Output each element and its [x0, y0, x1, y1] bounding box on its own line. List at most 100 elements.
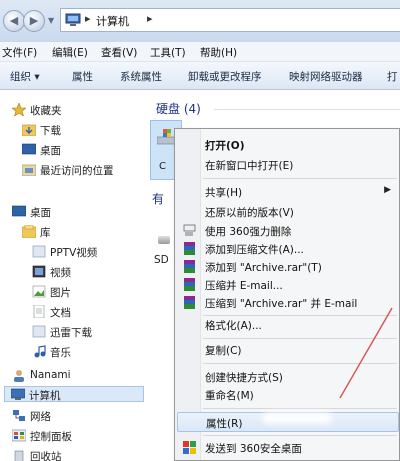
ctx-add-to-archive-rar[interactable]: 添加到 "Archive.rar"(T) [177, 257, 399, 277]
desktop-icon [22, 143, 36, 155]
ctx-separator [203, 178, 397, 179]
submenu-arrow-icon: ▶ [384, 185, 391, 195]
video-library-icon [32, 265, 46, 278]
recent-places-icon [22, 164, 36, 176]
music-library-icon [34, 345, 46, 358]
group-divider [214, 109, 400, 110]
recycle-bin-icon [14, 450, 24, 461]
ctx-properties-label: 属性(R) [206, 418, 243, 430]
nav-pptv-video-label: PPTV视频 [50, 247, 98, 259]
drive-c-label: C [159, 161, 166, 172]
ctx-open-label: 打开(O) [205, 140, 245, 152]
forward-arrow-icon: ▶ [29, 14, 39, 27]
ctx-rename[interactable]: 重命名(M) [177, 385, 399, 405]
menu-bar: 文件(F) 编辑(E) 查看(V) 工具(T) 帮助(H) [0, 42, 400, 62]
ctx-create-shortcut-label: 创建快捷方式(S) [205, 372, 283, 384]
desktop-icon [12, 205, 26, 217]
winrar-icon [184, 242, 195, 255]
shredder-icon [183, 224, 196, 236]
ctx-add-to-archive[interactable]: 添加到压缩文件(A)... [177, 239, 399, 259]
star-icon [12, 103, 26, 116]
ctx-copy[interactable]: 复制(C) [177, 340, 399, 360]
command-bar: 组织 ▾ 属性 系统属性 卸载或更改程序 映射网络驱动器 打 [0, 62, 400, 90]
menu-tools[interactable]: 工具(T) [150, 45, 186, 60]
address-field[interactable]: ▸ 计算机 ▸ [60, 8, 400, 32]
ctx-compress-email[interactable]: 压缩并 E-mail... [177, 275, 399, 295]
documents-library-icon [33, 305, 45, 318]
properties-button[interactable]: 属性 [72, 69, 93, 84]
nav-pictures-label: 图片 [50, 287, 71, 299]
recent-pages-dropdown-icon[interactable]: ▼ [48, 16, 54, 25]
ctx-compress-email-label: 压缩并 E-mail... [205, 280, 283, 292]
ctx-restore-versions[interactable]: 还原以前的版本(V) [177, 202, 399, 222]
menu-help[interactable]: 帮助(H) [200, 45, 237, 60]
breadcrumb-separator[interactable]: ▸ [147, 12, 153, 25]
breadcrumb-separator[interactable]: ▸ [85, 12, 91, 25]
pictures-library-icon [32, 285, 46, 298]
nav-favorites-label: 收藏夹 [30, 105, 62, 117]
360-desktop-icon [183, 441, 196, 454]
sd-card-icon[interactable] [158, 236, 170, 244]
ctx-send-to-360-desktop-label: 发送到 360安全桌面 [205, 443, 302, 455]
ctx-open[interactable]: 打开(O) [177, 135, 399, 155]
ctx-open-new-window-label: 在新窗口中打开(E) [205, 160, 294, 172]
nav-desktop-label: 桌面 [30, 207, 51, 219]
organize-button[interactable]: 组织 ▾ [10, 69, 40, 84]
control-panel-icon [12, 429, 26, 442]
sd-drive-label[interactable]: SD [154, 254, 169, 266]
winrar-icon [184, 296, 195, 309]
ctx-separator [203, 435, 397, 436]
hard-disks-group-header[interactable]: 硬盘 (4) [156, 100, 201, 117]
menu-file[interactable]: 文件(F) [2, 45, 37, 60]
nav-control-panel-label: 控制面板 [30, 431, 72, 443]
winrar-icon [184, 260, 195, 273]
ctx-360-delete-label: 使用 360强力删除 [205, 226, 292, 238]
ctx-restore-versions-label: 还原以前的版本(V) [205, 207, 294, 219]
library-folder-icon [32, 245, 46, 258]
ctx-compress-rar-email[interactable]: 压缩到 "Archive.rar" 并 E-mail [177, 293, 399, 313]
nav-computer-label: 计算机 [29, 390, 61, 402]
navigation-pane: 收藏夹 下载 桌面 最近访问的位置 桌面 库 PPTV视频 视频 图片 文档 迅… [0, 90, 146, 461]
ctx-open-new-window[interactable]: 在新窗口中打开(E) [177, 155, 399, 175]
ctx-share-label: 共享(H) [205, 187, 243, 199]
open-control-panel-button[interactable]: 打 [387, 69, 398, 84]
nav-thunder-downloads-label: 迅雷下载 [50, 327, 92, 339]
ctx-separator [203, 363, 397, 364]
ctx-format[interactable]: 格式化(A)... [177, 315, 399, 335]
user-folder-icon [14, 370, 24, 382]
ctx-share[interactable]: 共享(H) ▶ [177, 182, 399, 202]
address-bar: ◀ ▶ ▼ ▸ 计算机 ▸ [0, 0, 400, 42]
computer-icon [65, 13, 81, 26]
redaction-blur [262, 412, 332, 424]
nav-recycle-bin-label: 回收站 [30, 451, 62, 461]
nav-user-label: Nanami [30, 369, 71, 381]
menu-edit[interactable]: 编辑(E) [52, 45, 88, 60]
library-folder-icon [32, 325, 46, 338]
ctx-add-to-archive-rar-label: 添加到 "Archive.rar"(T) [205, 262, 322, 274]
uninstall-program-button[interactable]: 卸载或更改程序 [188, 69, 262, 84]
download-folder-icon [22, 124, 36, 136]
ctx-compress-rar-email-label: 压缩到 "Archive.rar" 并 E-mail [205, 298, 358, 310]
ctx-360-delete[interactable]: 使用 360强力删除 [177, 221, 399, 241]
ctx-create-shortcut[interactable]: 创建快捷方式(S) [177, 367, 399, 387]
computer-icon [11, 388, 25, 400]
system-properties-button[interactable]: 系统属性 [120, 69, 162, 84]
nav-recent-places-label: 最近访问的位置 [40, 165, 114, 177]
breadcrumb-computer[interactable]: 计算机 [96, 13, 129, 29]
nav-documents-label: 文档 [50, 307, 71, 319]
library-icon [22, 225, 36, 238]
nav-videos-label: 视频 [50, 267, 71, 279]
nav-libraries-label: 库 [40, 227, 51, 239]
nav-music-label: 音乐 [50, 347, 71, 359]
ctx-format-label: 格式化(A)... [205, 320, 262, 332]
ctx-send-to-360-desktop[interactable]: 发送到 360安全桌面 [177, 438, 399, 458]
removable-storage-group-header[interactable]: 有 [152, 190, 164, 207]
menu-view[interactable]: 查看(V) [101, 45, 137, 60]
winrar-icon [184, 278, 195, 291]
nav-downloads-label: 下载 [40, 125, 61, 137]
map-network-drive-button[interactable]: 映射网络驱动器 [289, 69, 363, 84]
nav-computer[interactable]: 计算机 [4, 386, 144, 402]
forward-button[interactable]: ▶ [23, 10, 45, 32]
back-button[interactable]: ◀ [3, 10, 25, 32]
back-arrow-icon: ◀ [9, 14, 19, 27]
